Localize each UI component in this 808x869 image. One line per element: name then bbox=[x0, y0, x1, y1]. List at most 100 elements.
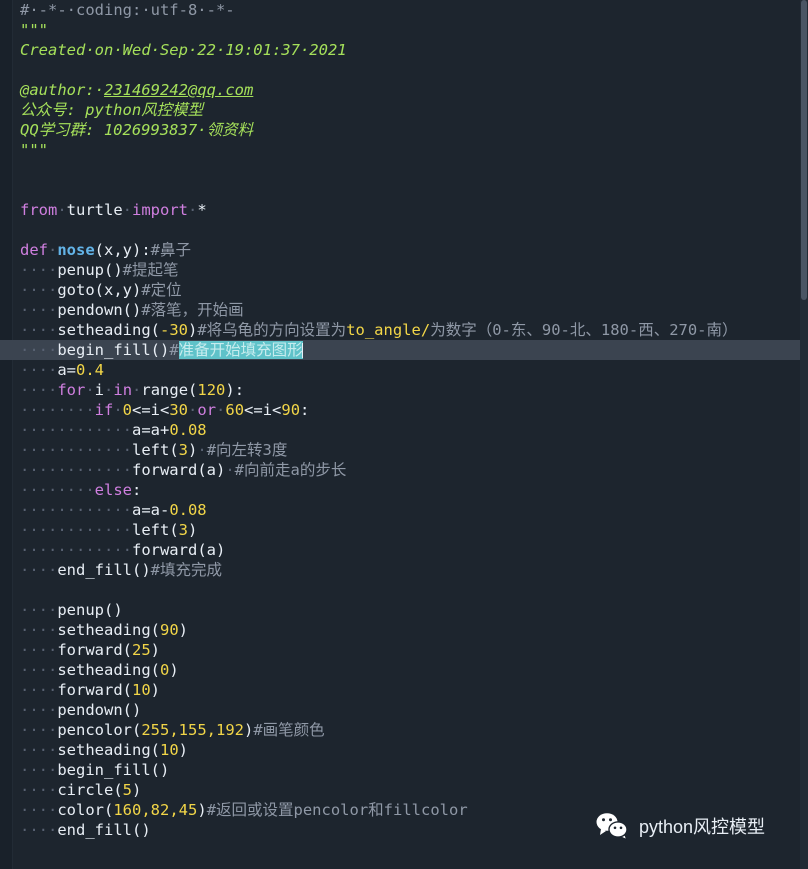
code-token: ············ bbox=[20, 421, 132, 439]
code-line[interactable]: ····pendown() bbox=[0, 700, 800, 720]
code-token: #向左转3度 bbox=[206, 441, 288, 459]
code-line[interactable]: ········if·0<=i<30·or·60<=i<90: bbox=[0, 400, 800, 420]
code-token: if bbox=[94, 401, 114, 419]
code-line[interactable]: #·-*-·coding:·utf-8·-*- bbox=[0, 0, 800, 20]
code-line[interactable]: def·nose(x,y):#鼻子 bbox=[0, 240, 800, 260]
code-token: ············ bbox=[20, 501, 132, 519]
code-token: ············ bbox=[20, 441, 132, 459]
code-token: 160,82,45 bbox=[113, 801, 198, 819]
code-line[interactable]: ····setheading(-30)#将乌龟的方向设置为to_angle/为数… bbox=[0, 320, 800, 340]
code-line[interactable]: ············left(3)·#向左转3度 bbox=[0, 440, 800, 460]
code-token: i bbox=[94, 381, 105, 399]
code-line[interactable]: @author:·231469242@qq.com bbox=[0, 80, 800, 100]
code-token: for bbox=[57, 381, 86, 399]
code-line[interactable]: ····pendown()#落笔，开始画 bbox=[0, 300, 800, 320]
code-line[interactable]: ············a=a+0.08 bbox=[0, 420, 800, 440]
code-token: () bbox=[131, 561, 151, 579]
code-token: ( bbox=[122, 641, 132, 659]
code-token: -30 bbox=[160, 321, 188, 339]
code-line[interactable]: ····begin_fill() bbox=[0, 760, 800, 780]
code-token: forward bbox=[57, 681, 123, 699]
code-line[interactable]: ············forward(a)·#向前走a的步长 bbox=[0, 460, 800, 480]
code-line[interactable]: ············forward(a) bbox=[0, 540, 800, 560]
code-token: ···· bbox=[20, 321, 58, 339]
scrollbar-thumb[interactable] bbox=[801, 0, 807, 300]
code-line[interactable] bbox=[0, 180, 800, 200]
code-line[interactable]: ············a=a-0.08 bbox=[0, 500, 800, 520]
code-token: () bbox=[150, 341, 170, 359]
code-token: """ bbox=[20, 21, 48, 39]
code-token: def bbox=[20, 241, 48, 259]
watermark-label: python风控模型 bbox=[639, 817, 766, 837]
code-token: ············ bbox=[20, 461, 132, 479]
code-line[interactable] bbox=[0, 60, 800, 80]
code-line[interactable]: """ bbox=[0, 140, 800, 160]
code-line[interactable]: ····for·i·in·range(120): bbox=[0, 380, 800, 400]
code-line[interactable]: 公众号: python风控模型 bbox=[0, 100, 800, 120]
code-line[interactable]: ····setheading(0) bbox=[0, 660, 800, 680]
code-line[interactable]: ····end_fill()#填充完成 bbox=[0, 560, 800, 580]
code-token: 0.4 bbox=[76, 361, 104, 379]
code-token: <=i< bbox=[132, 401, 170, 419]
code-token: ( bbox=[169, 521, 179, 539]
text-caret bbox=[301, 343, 303, 358]
code-line[interactable] bbox=[0, 580, 800, 600]
code-token: #向前走a的步长 bbox=[234, 461, 347, 479]
code-token: 公众号: python风控模型 bbox=[20, 101, 204, 119]
code-token: ( bbox=[150, 741, 160, 759]
code-token: ···· bbox=[20, 741, 58, 759]
code-token: import bbox=[132, 201, 189, 219]
code-line[interactable]: ····setheading(10) bbox=[0, 740, 800, 760]
code-token: penup bbox=[57, 601, 104, 619]
code-token: ···· bbox=[20, 281, 58, 299]
code-line[interactable]: ····circle(5) bbox=[0, 780, 800, 800]
code-line[interactable]: ····forward(10) bbox=[0, 680, 800, 700]
vertical-scrollbar[interactable] bbox=[800, 0, 808, 869]
code-token: ···· bbox=[20, 641, 58, 659]
code-line[interactable]: ····penup()#提起笔 bbox=[0, 260, 800, 280]
code-token: 231469242@qq.com bbox=[104, 81, 254, 99]
code-token: ) bbox=[188, 521, 198, 539]
code-token: 0.08 bbox=[169, 501, 207, 519]
code-token: ···· bbox=[20, 801, 58, 819]
code-token: : bbox=[300, 401, 310, 419]
code-line[interactable]: ····begin_fill()#准备开始填充图形 bbox=[0, 340, 800, 360]
code-token: left bbox=[131, 521, 170, 539]
code-line[interactable]: ····penup() bbox=[0, 600, 800, 620]
code-token: · bbox=[48, 241, 58, 259]
code-editor[interactable]: #·-*-·coding:·utf-8·-*- """ Created·on·Wed… bbox=[0, 0, 808, 869]
code-line[interactable]: """ bbox=[0, 20, 800, 40]
code-token: 30 bbox=[169, 401, 189, 419]
code-line[interactable]: ········else: bbox=[0, 480, 800, 500]
code-line[interactable]: Created·on·Wed·Sep·22·19:01:37·2021 bbox=[0, 40, 800, 60]
code-token: #定位 bbox=[141, 281, 182, 299]
code-token: ············ bbox=[20, 521, 132, 539]
code-token: (x,y): bbox=[94, 241, 151, 259]
code-token: ···· bbox=[20, 681, 58, 699]
code-token: ···· bbox=[20, 381, 58, 399]
code-token: ···· bbox=[20, 701, 58, 719]
code-token: a=a+ bbox=[131, 421, 170, 439]
code-line[interactable]: from·turtle·import·* bbox=[0, 200, 800, 220]
code-line[interactable] bbox=[0, 160, 800, 180]
code-line[interactable]: ····a=0.4 bbox=[0, 360, 800, 380]
code-line[interactable]: ····pencolor(255,155,192)#画笔颜色 bbox=[0, 720, 800, 740]
code-token: turtle bbox=[66, 201, 123, 219]
code-token: 3 bbox=[178, 521, 188, 539]
code-line[interactable]: QQ学习群: 1026993837·领资料 bbox=[0, 120, 800, 140]
code-line[interactable]: ····goto(x,y)#定位 bbox=[0, 280, 800, 300]
code-line[interactable] bbox=[0, 220, 800, 240]
code-token: forward bbox=[131, 461, 198, 479]
code-area[interactable]: #·-*-·coding:·utf-8·-*- """ Created·on·Wed… bbox=[0, 0, 800, 869]
code-token: ···· bbox=[20, 361, 58, 379]
code-line[interactable]: ····setheading(90) bbox=[0, 620, 800, 640]
code-line[interactable]: ············left(3) bbox=[0, 520, 800, 540]
code-token: forward bbox=[131, 541, 198, 559]
code-token: ········ bbox=[20, 481, 95, 499]
code-token: # bbox=[169, 341, 179, 359]
code-token: circle bbox=[57, 781, 114, 799]
code-line[interactable]: ····forward(25) bbox=[0, 640, 800, 660]
code-token: ···· bbox=[20, 301, 58, 319]
code-token: or bbox=[197, 401, 217, 419]
code-token: · bbox=[85, 381, 95, 399]
